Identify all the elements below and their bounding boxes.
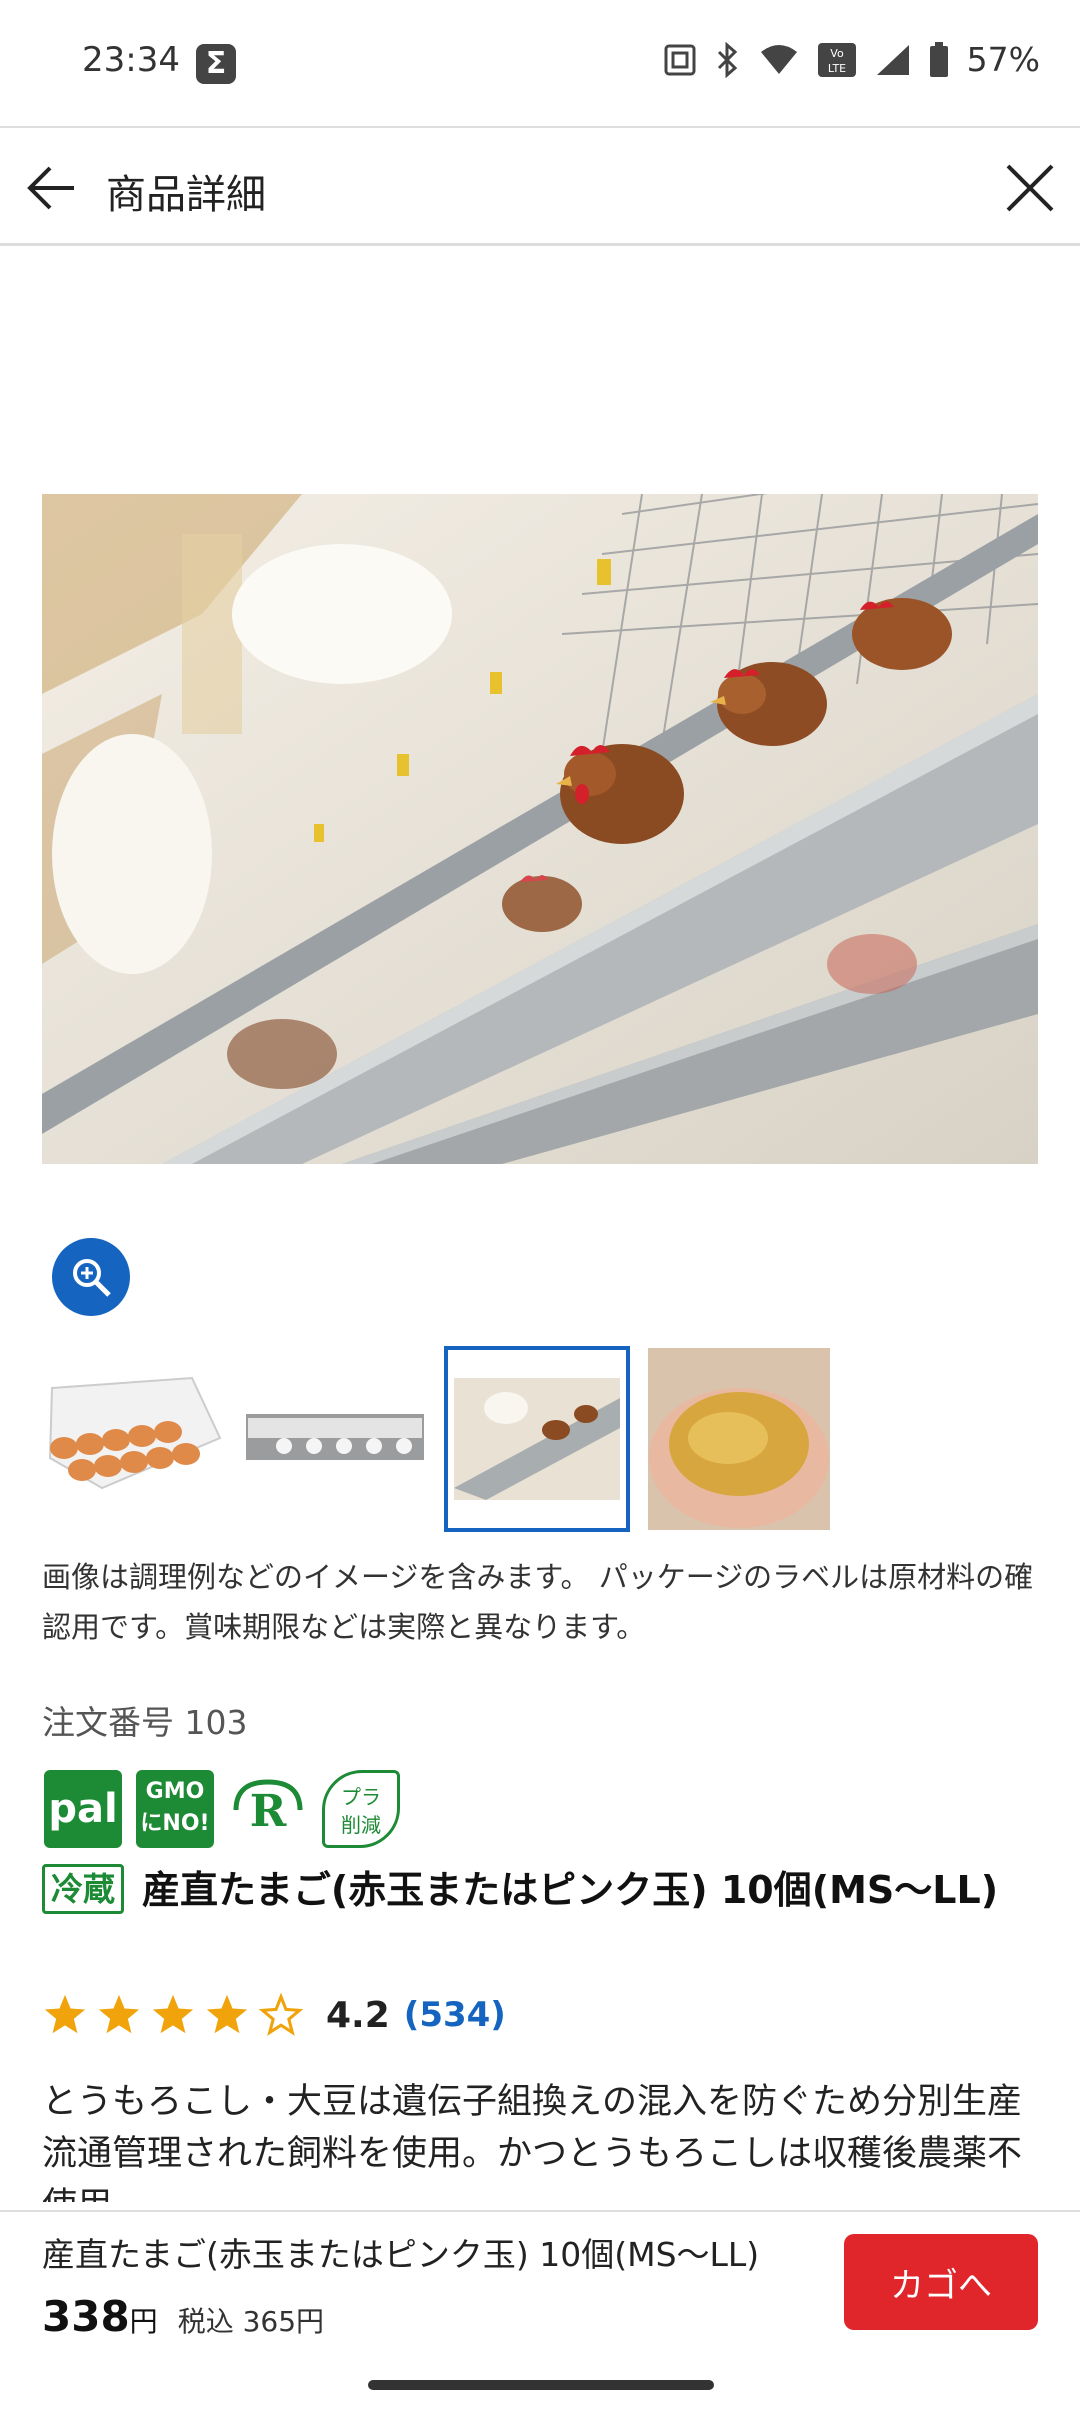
star-full-icon xyxy=(206,1994,248,2034)
image-note: 画像は調理例などのイメージを含みます。 パッケージのラベルは原材料の確認用です。… xyxy=(42,1560,1034,1644)
battery-icon xyxy=(929,41,948,77)
gmo-badge-line2: にNO! xyxy=(140,1811,210,1836)
storage-tag: 冷蔵 xyxy=(42,1864,125,1914)
plastic-reduction-badge: プラ 削減 xyxy=(322,1770,400,1848)
close-icon[interactable] xyxy=(1000,158,1060,218)
thumbnail-eggs[interactable] xyxy=(42,1348,224,1530)
app-bar: 商品詳細 xyxy=(0,126,1080,246)
volte-icon: Vo LTE xyxy=(817,42,856,77)
svg-text:R: R xyxy=(250,1786,287,1837)
gmo-badge-line1: GMO xyxy=(145,1779,205,1804)
bottom-product-name: 産直たまご(赤玉またはピンク玉) 10個(MS〜LL) xyxy=(42,2235,760,2274)
price-yen: 円 xyxy=(129,2305,158,2338)
star-full-icon xyxy=(44,1994,86,2034)
product-title: 産直たまご(赤玉またはピンク玉) 10個(MS〜LL) xyxy=(142,1868,999,1912)
svg-text:LTE: LTE xyxy=(827,62,845,75)
signal-icon xyxy=(876,44,909,75)
order-number: 注文番号 103 xyxy=(42,1703,248,1742)
status-time: 23:34 xyxy=(82,40,180,80)
pla-badge-line2: 削減 xyxy=(341,1813,381,1837)
recycle-mark-icon: R xyxy=(233,1779,303,1837)
price-value: 338 xyxy=(42,2292,130,2341)
home-indicator[interactable] xyxy=(368,2380,714,2390)
page-title: 商品詳細 xyxy=(106,172,266,218)
battery-level: 57% xyxy=(966,40,1040,79)
svg-text:Vo: Vo xyxy=(830,47,844,60)
chicken-farm-photo xyxy=(42,494,1038,1164)
review-count-link[interactable]: (534) xyxy=(404,1995,506,2035)
main-product-image[interactable] xyxy=(42,494,1038,1164)
bluetooth-icon xyxy=(717,41,737,78)
star-full-icon xyxy=(152,1994,194,2034)
back-arrow-icon[interactable] xyxy=(22,158,82,218)
product-badges: pal GMO にNO! R プラ 削減 xyxy=(44,1770,400,1848)
pal-badge: pal xyxy=(44,1770,122,1848)
status-bar: 23:34 Σ Vo LTE 57% xyxy=(0,0,1080,126)
nfc-icon xyxy=(664,44,696,75)
rating[interactable]: 4.2 (534) xyxy=(42,1992,506,2038)
sigma-icon: Σ xyxy=(196,44,236,84)
price: 338円 税込 365円 xyxy=(42,2292,324,2341)
zoom-button[interactable] xyxy=(52,1238,130,1316)
product-title-row: 冷蔵 産直たまご(赤玉またはピンク玉) 10個(MS〜LL) xyxy=(42,1862,1042,1918)
star-full-icon xyxy=(98,1994,140,2034)
thumbnail-strip xyxy=(42,1346,830,1532)
thumbnail-chicken-farm[interactable] xyxy=(444,1346,630,1532)
thumbnail-carton-label[interactable] xyxy=(244,1348,426,1530)
tax-included-price: 税込 365円 xyxy=(177,2305,325,2338)
rating-value: 4.2 xyxy=(326,1994,390,2036)
thumbnail-feed[interactable] xyxy=(648,1348,830,1530)
gmo-free-badge: GMO にNO! xyxy=(136,1770,214,1848)
add-to-cart-button[interactable]: カゴへ xyxy=(844,2234,1038,2330)
zoom-in-icon xyxy=(73,1259,111,1297)
status-icons: Vo LTE 57% xyxy=(663,40,1040,79)
pla-badge-line1: プラ xyxy=(341,1785,381,1809)
product-description: とうもろこし・大豆は遺伝子組換えの混入を防ぐため分別生産流通管理された飼料を使用… xyxy=(42,2082,1023,2202)
wifi-icon xyxy=(760,44,797,74)
star-empty-icon xyxy=(258,1992,304,2036)
